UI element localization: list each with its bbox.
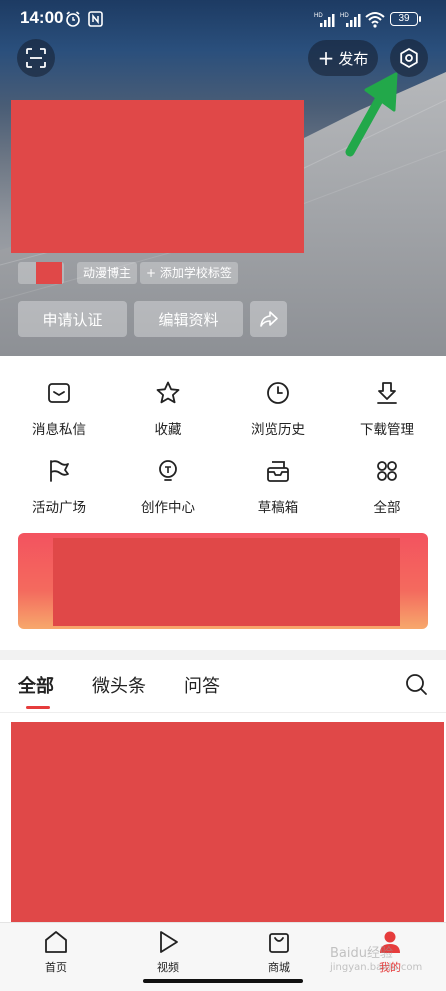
hd-signal-icon: HD (340, 13, 361, 27)
nav-label: 商城 (268, 961, 290, 974)
battery-level: 39 (398, 13, 410, 24)
battery-icon: 39 (390, 12, 418, 26)
flag-icon (50, 460, 69, 482)
nav-home[interactable]: 首页 (26, 929, 86, 975)
settings-icon (400, 48, 418, 68)
profile-page: 14:00 HD HD 39 + 发布 动漫博主 + 添加学校标签 申请认证 编… (0, 0, 446, 991)
menu-history[interactable]: 浏览历史 (223, 378, 333, 448)
edit-profile-label: 编辑资料 (158, 310, 219, 329)
redacted-profile-info (11, 100, 304, 253)
menu-label: 消息私信 (32, 422, 86, 438)
svg-text:HD: HD (340, 13, 349, 19)
tab-qa[interactable]: 问答 (184, 672, 220, 698)
apply-certification-button[interactable]: 申请认证 (18, 301, 127, 337)
drafts-icon (267, 461, 289, 482)
nav-video[interactable]: 视频 (138, 929, 198, 975)
redacted-feed-content (11, 722, 444, 922)
scan-button[interactable] (17, 39, 55, 77)
battery-tip (419, 16, 421, 22)
menu-label: 下载管理 (360, 422, 414, 438)
menu-downloads[interactable]: 下载管理 (332, 378, 442, 448)
message-icon (48, 383, 70, 403)
tag-anime-blogger: 动漫博主 (77, 262, 138, 284)
menu-activities[interactable]: 活动广场 (4, 456, 114, 526)
play-icon (160, 931, 178, 953)
promo-banner[interactable] (18, 533, 428, 629)
download-icon (377, 382, 397, 404)
menu-label: 浏览历史 (251, 422, 305, 438)
level-badge (18, 262, 64, 284)
menu-label: 活动广场 (32, 500, 86, 516)
nfc-icon (88, 11, 103, 27)
watermark: Baidu经验 (330, 946, 393, 961)
home-icon (45, 931, 67, 953)
menu-label: 收藏 (154, 422, 182, 438)
menu-label: 全部 (373, 500, 401, 516)
apply-certification-label: 申请认证 (42, 310, 103, 329)
watermark-url: jingyan.baidu.com (330, 962, 423, 973)
publish-label: 发布 (338, 49, 369, 68)
profile-header: 14:00 HD HD 39 + 发布 动漫博主 + 添加学校标签 申请认证 编… (0, 0, 446, 356)
menu-all[interactable]: 全部 (332, 456, 442, 526)
tab-separator (0, 712, 446, 713)
shop-icon (269, 933, 289, 953)
nav-label: 首页 (45, 961, 67, 974)
tab-all[interactable]: 全部 (18, 672, 54, 698)
bulb-icon (159, 460, 177, 481)
share-button[interactable] (250, 301, 287, 337)
star-icon (156, 381, 180, 404)
redacted-banner-content (53, 538, 400, 626)
edit-profile-button[interactable]: 编辑资料 (134, 301, 243, 337)
add-school-tag-button[interactable]: + 添加学校标签 (140, 262, 238, 284)
menu-label: 创作中心 (141, 500, 195, 516)
status-time: 14:00 (20, 8, 64, 27)
menu-messages[interactable]: 消息私信 (4, 378, 114, 448)
grid-icon (377, 461, 397, 481)
clock-icon (267, 382, 289, 404)
menu-creator-center[interactable]: 创作中心 (113, 456, 223, 526)
redacted-badge (36, 262, 62, 284)
wifi-icon (365, 12, 385, 28)
menu-favorites[interactable]: 收藏 (113, 378, 223, 448)
nav-shop[interactable]: 商城 (249, 929, 309, 975)
menu-label: 草稿箱 (257, 500, 299, 516)
annotation-arrow-icon (345, 72, 398, 157)
status-bar: 14:00 HD HD 39 (0, 0, 446, 38)
scan-icon (26, 48, 46, 68)
tab-micro-headlines[interactable]: 微头条 (92, 672, 146, 698)
svg-text:HD: HD (314, 13, 323, 19)
hd-signal-icon: HD (314, 13, 335, 27)
share-icon (259, 311, 278, 327)
search-icon[interactable] (404, 672, 428, 696)
alarm-icon (66, 11, 80, 27)
plus-icon: + (317, 46, 335, 70)
active-tab-indicator (26, 706, 50, 709)
home-indicator[interactable] (143, 979, 303, 983)
section-divider (0, 650, 446, 660)
menu-drafts[interactable]: 草稿箱 (223, 456, 333, 526)
nav-label: 视频 (157, 961, 179, 974)
